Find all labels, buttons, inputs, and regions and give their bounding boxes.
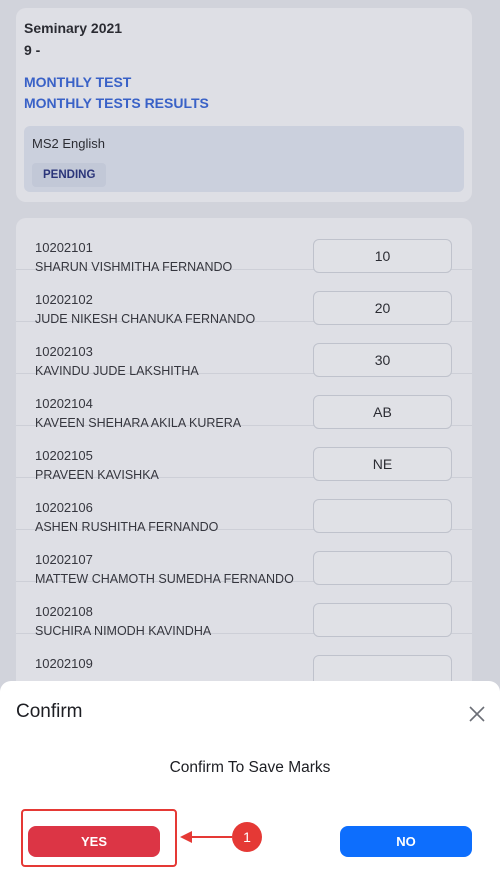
dialog-message: Confirm To Save Marks — [169, 759, 331, 776]
confirm-dialog: Confirm Confirm To Save Marks YES NO 1 — [0, 681, 500, 886]
no-button[interactable]: NO — [340, 826, 472, 857]
highlight-box — [21, 809, 177, 867]
step-number-marker: 1 — [232, 822, 262, 852]
close-icon[interactable] — [466, 703, 488, 725]
dialog-title: Confirm — [16, 701, 83, 722]
arrow-icon — [180, 831, 232, 843]
